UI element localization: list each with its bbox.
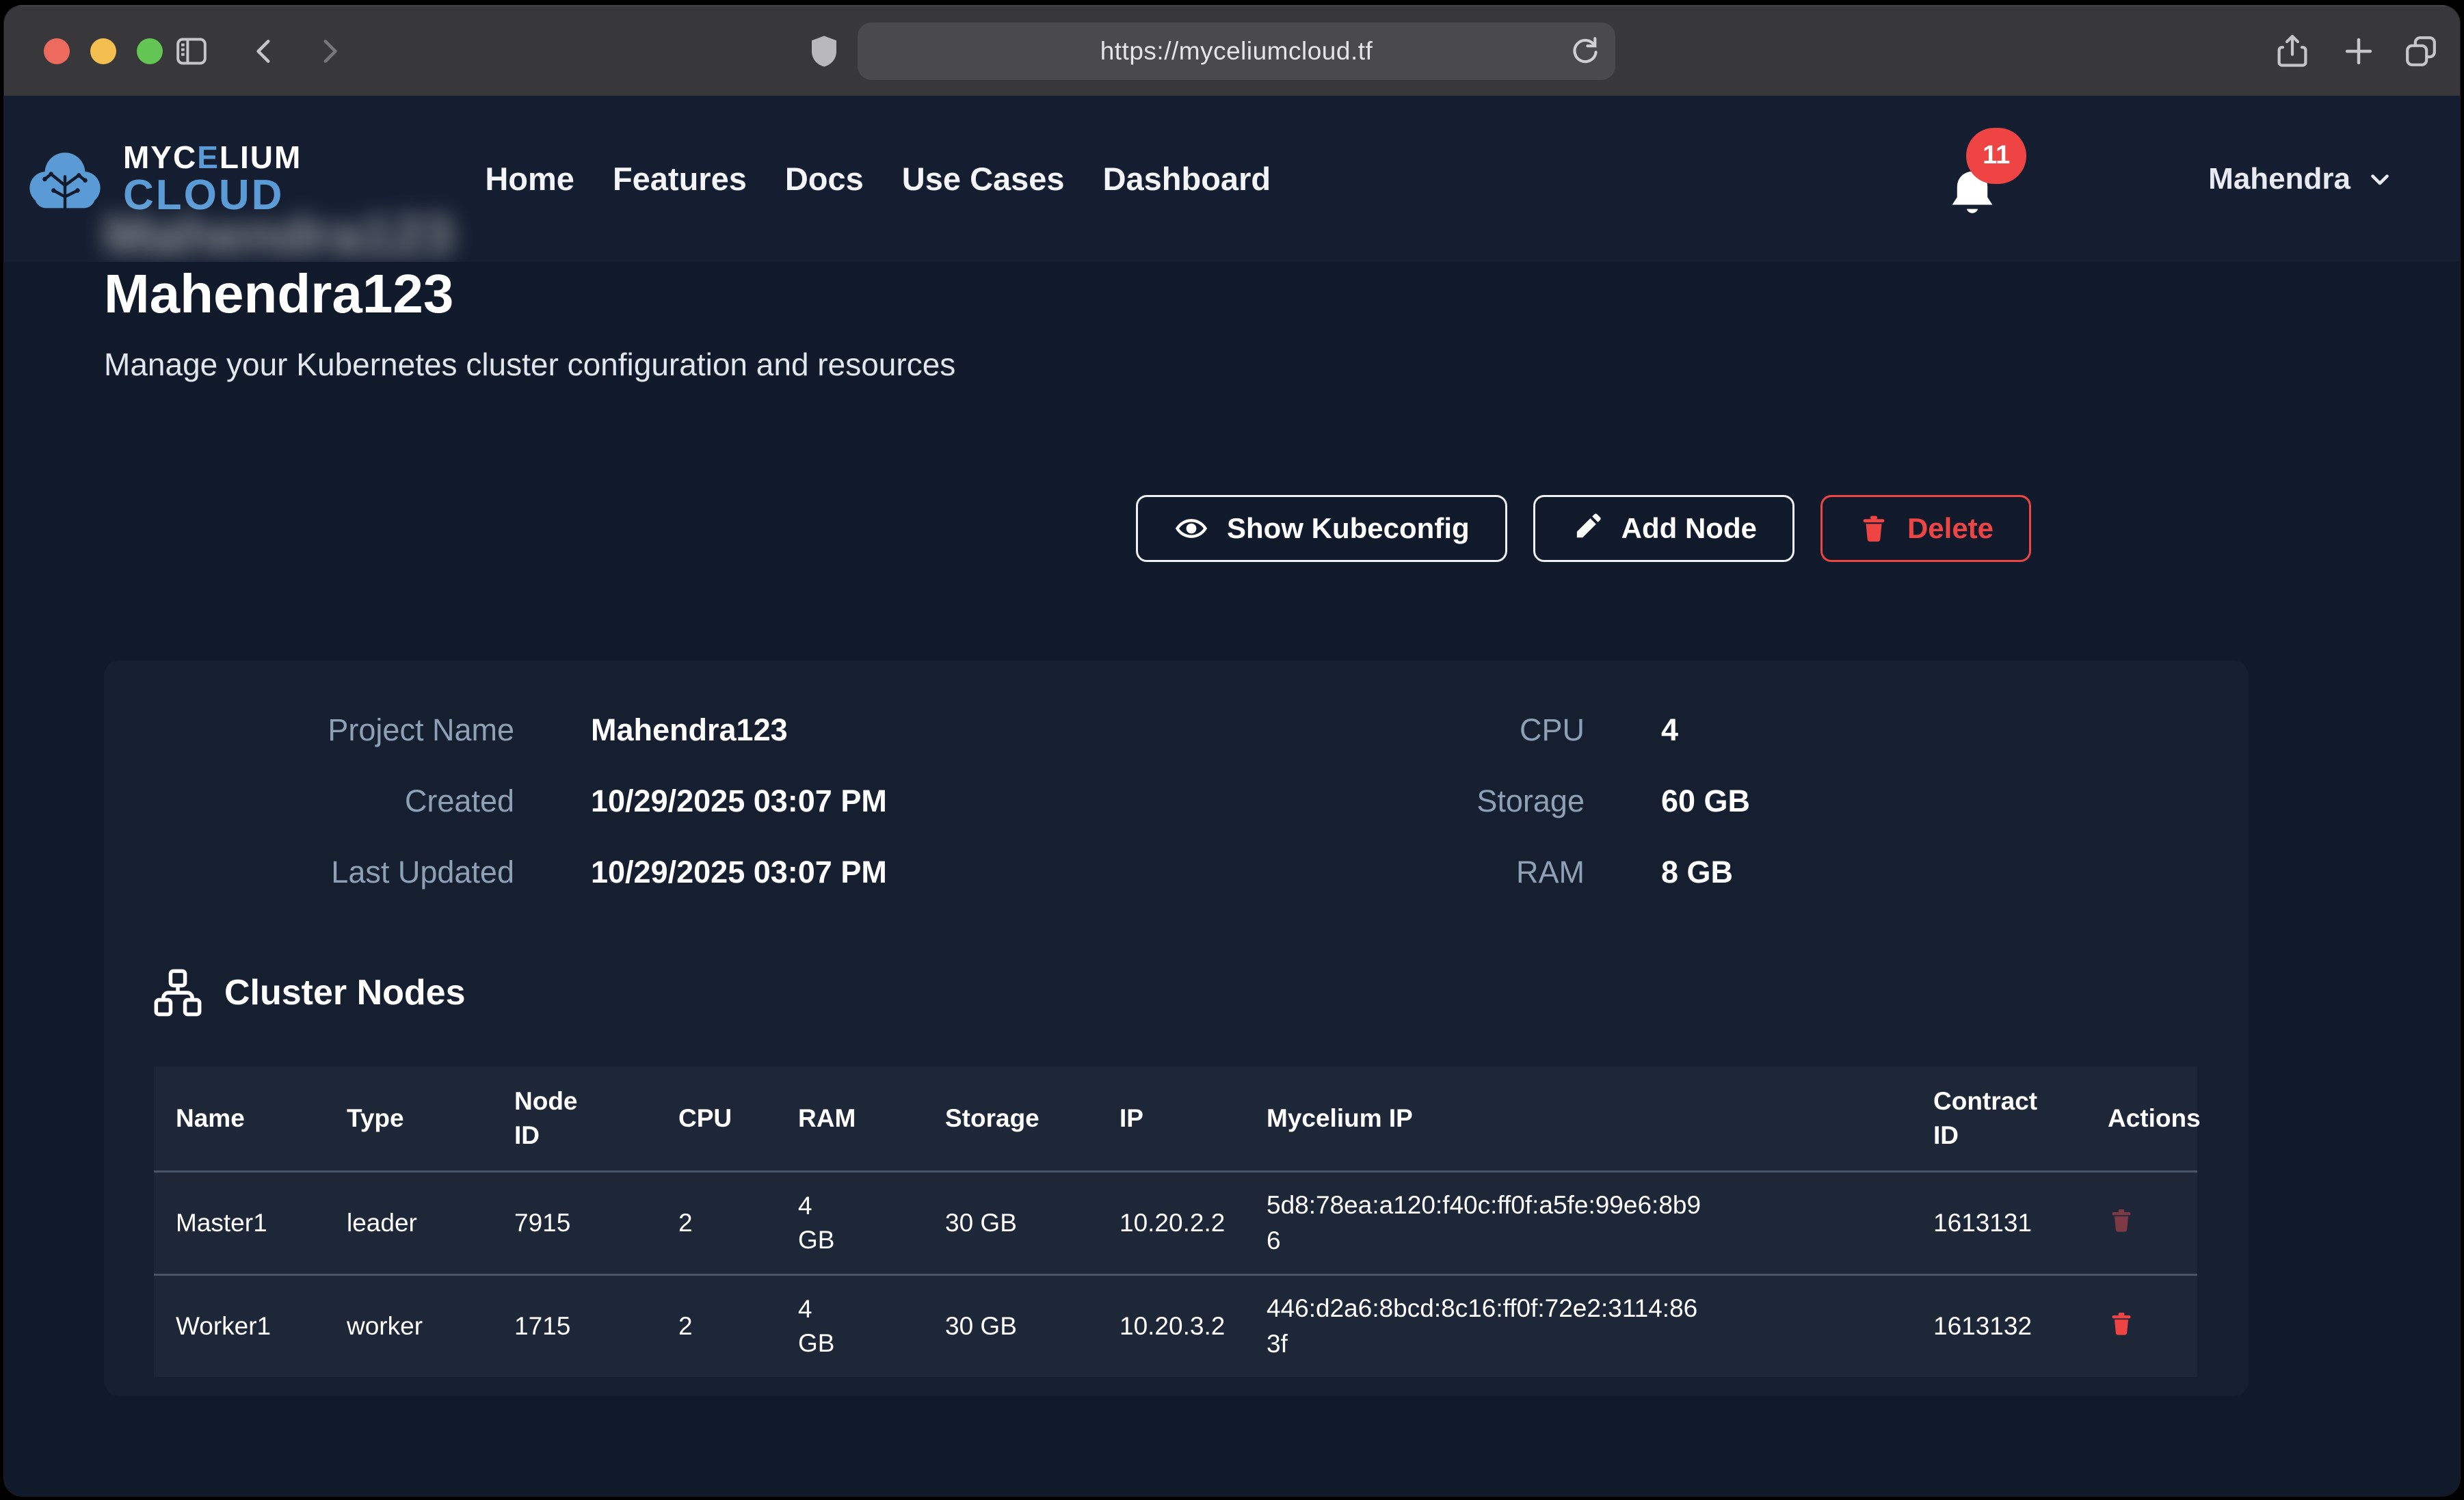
cell-storage: 30 GB [923, 1275, 1098, 1378]
sidebar-toggle-icon[interactable] [172, 6, 211, 96]
cluster-details-card: Project Name Mahendra123 Created 10/29/2… [104, 660, 2249, 1396]
chevron-down-icon [2366, 165, 2394, 193]
cell-cpu: 2 [657, 1172, 776, 1275]
col-name: Name [154, 1067, 325, 1172]
notifications-button[interactable]: 11 [1943, 128, 2009, 230]
cell-ip: 10.20.2.2 [1098, 1172, 1245, 1275]
browser-toolbar: https://myceliumcloud.tf [4, 5, 2460, 96]
close-window-button[interactable] [44, 38, 70, 64]
col-ram: RAM [776, 1067, 923, 1172]
page-subtitle: Manage your Kubernetes cluster configura… [104, 346, 955, 383]
cell-actions [2086, 1275, 2197, 1378]
notification-count-badge: 11 [1966, 128, 2026, 184]
tab-overview-icon[interactable] [2402, 6, 2440, 96]
info-row-project-name: Project Name Mahendra123 [104, 712, 887, 748]
cluster-nodes-table: Name Type Node ID CPU RAM Storage IP Myc… [154, 1067, 2197, 1377]
nav-link-home[interactable]: Home [485, 160, 574, 198]
nav-link-features[interactable]: Features [613, 160, 747, 198]
cell-mycelium-ip: 5d8:78ea:a120:f40c:ff0f:a5fe:99e6:8b96 [1245, 1172, 1911, 1275]
info-row-storage: Storage 60 GB [1171, 784, 1750, 819]
cell-ram: 4 GB [776, 1275, 923, 1378]
cell-node-id: 1715 [492, 1275, 657, 1378]
cell-ram: 4 GB [776, 1172, 923, 1275]
col-ip: IP [1098, 1067, 1245, 1172]
delete-node-button[interactable] [2108, 1205, 2135, 1237]
cluster-info-right: CPU 4 Storage 60 GB RAM 8 GB [1171, 712, 1750, 926]
cluster-actions: Show Kubeconfig Add Node Delete [1136, 495, 2031, 562]
cell-cpu: 2 [657, 1275, 776, 1378]
page-title: Mahendra123 [104, 263, 453, 325]
delete-cluster-button[interactable]: Delete [1820, 495, 2031, 562]
table-row-worker1: Worker1 worker 1715 2 4 GB 30 GB 10.20.3… [154, 1275, 2197, 1378]
col-actions: Actions [2086, 1067, 2197, 1172]
privacy-shield-icon[interactable] [806, 6, 843, 96]
cell-contract-id: 1613132 [1911, 1275, 2086, 1378]
back-icon[interactable] [248, 6, 282, 96]
mycelium-cloud-logo-icon [25, 144, 105, 215]
nav-link-docs[interactable]: Docs [785, 160, 864, 198]
reload-icon[interactable] [1567, 34, 1603, 72]
cell-ip: 10.20.3.2 [1098, 1275, 1245, 1378]
delete-node-button[interactable] [2108, 1309, 2135, 1341]
network-nodes-icon [152, 967, 204, 1019]
navbar-right: 11 Mahendra [1943, 128, 2460, 230]
col-storage: Storage [923, 1067, 1098, 1172]
minimize-window-button[interactable] [90, 38, 116, 64]
show-kubeconfig-button[interactable]: Show Kubeconfig [1136, 495, 1507, 562]
trash-icon [2108, 1205, 2135, 1235]
window-controls [44, 38, 163, 64]
trash-icon [1858, 511, 1890, 546]
info-row-last-updated: Last Updated 10/29/2025 03:07 PM [104, 855, 887, 890]
cluster-nodes-header: Cluster Nodes [152, 967, 466, 1019]
col-cpu: CPU [657, 1067, 776, 1172]
table-row-master1: Master1 leader 7915 2 4 GB 30 GB 10.20.2… [154, 1172, 2197, 1275]
cell-type: worker [325, 1275, 492, 1378]
trash-icon [2108, 1309, 2135, 1339]
nav-link-use-cases[interactable]: Use Cases [902, 160, 1065, 198]
primary-nav: Home Features Docs Use Cases Dashboard [485, 160, 1271, 198]
cell-name: Master1 [154, 1172, 325, 1275]
col-contract-id: Contract ID [1911, 1067, 2086, 1172]
add-node-button[interactable]: Add Node [1533, 495, 1794, 562]
cell-contract-id: 1613131 [1911, 1172, 2086, 1275]
brand-logo[interactable]: MYCELIUM CLOUD [25, 142, 302, 217]
browser-window: https://myceliumcloud.tf [4, 5, 2460, 1496]
new-tab-icon[interactable] [2340, 6, 2377, 96]
user-menu[interactable]: Mahendra [2208, 162, 2394, 196]
address-bar-url: https://myceliumcloud.tf [1100, 37, 1373, 66]
user-name: Mahendra [2208, 162, 2350, 196]
pencil-icon [1571, 512, 1604, 545]
col-node-id: Node ID [492, 1067, 657, 1172]
forward-icon[interactable] [312, 6, 346, 96]
cell-type: leader [325, 1172, 492, 1275]
address-bar[interactable]: https://myceliumcloud.tf [858, 23, 1615, 80]
nav-link-dashboard[interactable]: Dashboard [1103, 160, 1271, 198]
cell-storage: 30 GB [923, 1172, 1098, 1275]
brand-wordmark: MYCELIUM CLOUD [123, 142, 302, 217]
table-header-row: Name Type Node ID CPU RAM Storage IP Myc… [154, 1067, 2197, 1172]
col-mycelium-ip: Mycelium IP [1245, 1067, 1911, 1172]
info-row-ram: RAM 8 GB [1171, 855, 1750, 890]
cell-mycelium-ip: 446:d2a6:8bcd:8c16:ff0f:72e2:3114:863f [1245, 1275, 1911, 1378]
site-navbar: Mahendra123 [4, 96, 2460, 262]
share-icon[interactable] [2273, 6, 2311, 96]
info-row-cpu: CPU 4 [1171, 712, 1750, 748]
cluster-info-left: Project Name Mahendra123 Created 10/29/2… [104, 712, 887, 926]
eye-icon [1174, 511, 1209, 546]
cluster-nodes-title: Cluster Nodes [224, 972, 466, 1013]
cell-name: Worker1 [154, 1275, 325, 1378]
cell-actions [2086, 1172, 2197, 1275]
col-type: Type [325, 1067, 492, 1172]
info-row-created: Created 10/29/2025 03:07 PM [104, 784, 887, 819]
zoom-window-button[interactable] [137, 38, 163, 64]
cell-node-id: 7915 [492, 1172, 657, 1275]
